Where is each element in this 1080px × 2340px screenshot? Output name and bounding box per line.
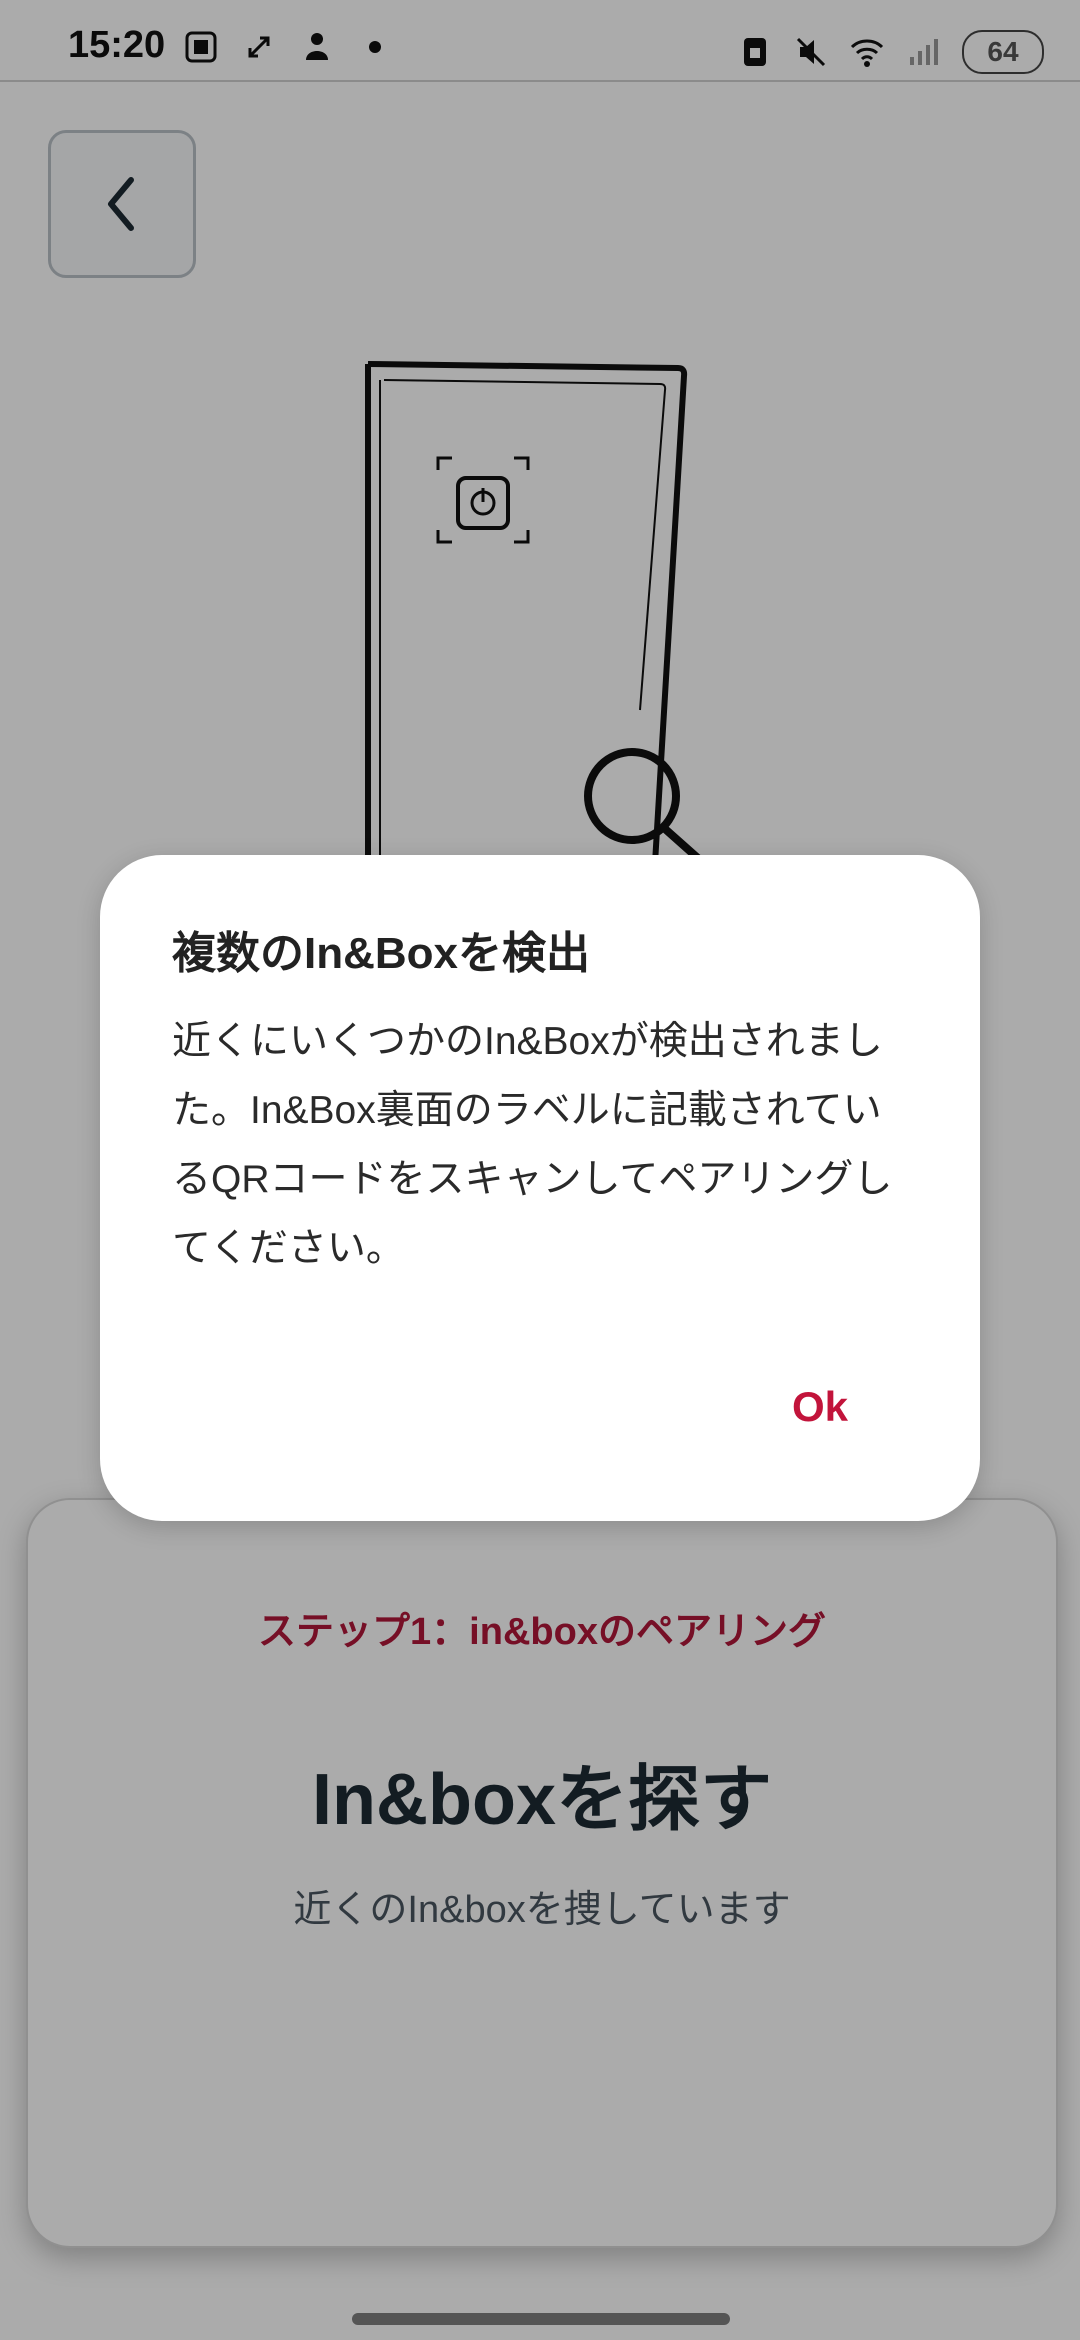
dialog-title: 複数のIn&Boxを検出 xyxy=(172,929,590,978)
dialog-body: 近くにいくつかのIn&Boxが検出されました。In&Box裏面のラベルに記載され… xyxy=(172,1020,893,1270)
gesture-bar[interactable] xyxy=(352,2313,730,2325)
ok-button[interactable]: Ok xyxy=(792,1383,848,1431)
multiple-devices-dialog: 複数のIn&Boxを検出 近くにいくつかのIn&Boxが検出されました。In&B… xyxy=(100,855,980,1521)
